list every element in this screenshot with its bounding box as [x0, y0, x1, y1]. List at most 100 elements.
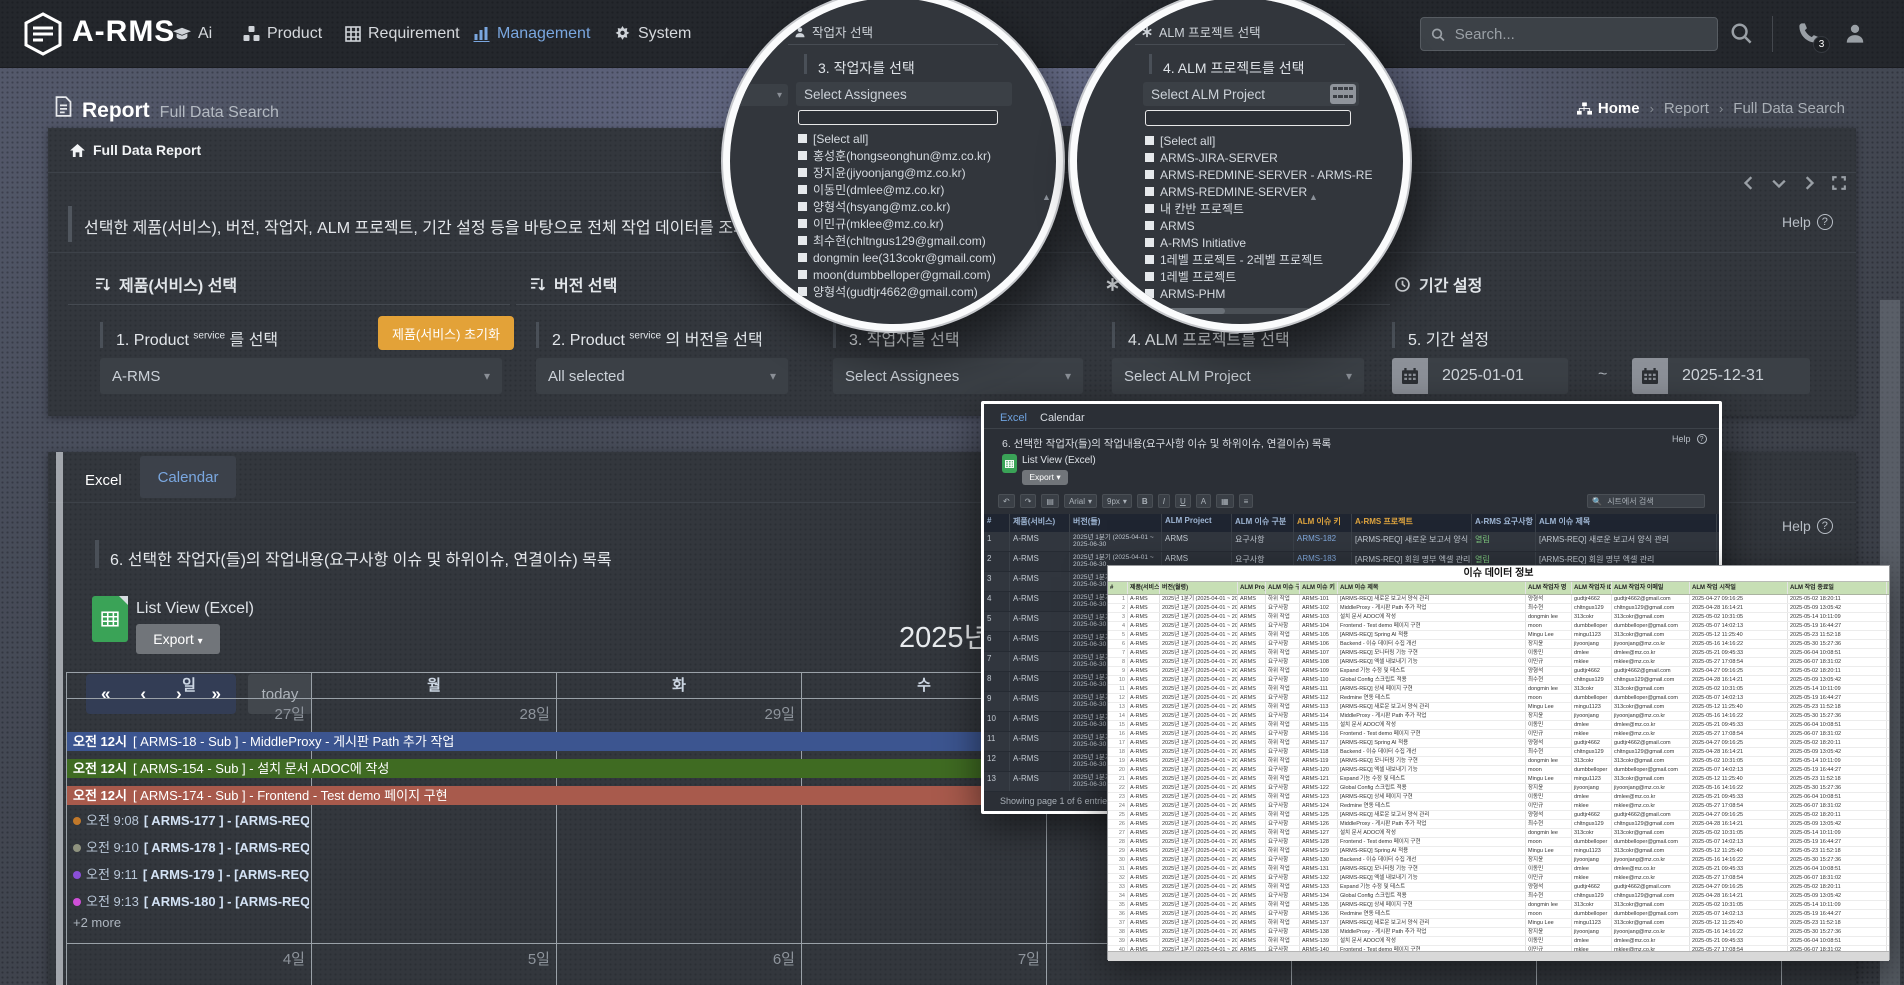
table-row[interactable]: 2A-RMS 2025년 1분기 (2025-04-01 ~ 2025-06-3… [1108, 604, 1889, 613]
table-row[interactable]: 6A-RMS 2025년 1분기 (2025-04-01 ~ 2025-06-3… [1108, 640, 1889, 649]
version-select[interactable]: All selected▾ [536, 358, 788, 394]
assignee-filter-input[interactable] [798, 110, 998, 125]
assignee-option[interactable]: 양형석(hsyang@mz.co.kr) [798, 198, 1038, 215]
chevron-down-icon[interactable] [1772, 176, 1786, 190]
table-row[interactable]: 35A-RMS 2025년 1분기 (2025-04-01 ~ 2025-06-… [1108, 901, 1889, 910]
table-row[interactable]: 8A-RMS 2025년 1분기 (2025-04-01 ~ 2025-06-3… [1108, 658, 1889, 667]
assignee-select[interactable]: Select Assignees▾ [833, 358, 1083, 394]
table-row[interactable]: 11A-RMS 2025년 1분기 (2025-04-01 ~ 2025-06-… [1108, 685, 1889, 694]
alm-project-option[interactable]: [Select all] [1145, 132, 1391, 149]
tab-calendar[interactable]: Calendar [140, 456, 236, 498]
checkbox-icon[interactable] [798, 219, 807, 228]
table-row[interactable]: 22A-RMS 2025년 1분기 (2025-04-01 ~ 2025-06-… [1108, 784, 1889, 793]
fill-color-icon[interactable]: A [1196, 494, 1211, 508]
alm-project-option[interactable]: 내 칸반 프로젝트 [1145, 200, 1391, 217]
logo-text[interactable]: A-RMS [72, 15, 175, 49]
checkbox-icon[interactable] [1145, 255, 1154, 264]
column-header[interactable]: ALM 작업 시작일 [1690, 582, 1788, 594]
assignee-option[interactable]: 홍성훈(hongseonghun@mz.co.kr) [798, 147, 1038, 164]
help-button[interactable]: Help? [1782, 518, 1833, 534]
column-header[interactable]: 제품(서비스) [1128, 582, 1160, 594]
nav-item-ai[interactable]: Ai [173, 0, 212, 68]
checkbox-icon[interactable] [798, 236, 807, 245]
global-search[interactable] [1420, 17, 1718, 51]
assignees-select-open[interactable]: Select Assignees [796, 82, 1012, 106]
table-row[interactable]: 26A-RMS 2025년 1분기 (2025-04-01 ~ 2025-06-… [1108, 820, 1889, 829]
calendar-event-item[interactable]: 오전 9:10[ ARMS-178 ] - [ARMS-REQ] 엑스버튼 [73, 840, 309, 856]
table-row[interactable]: 3A-RMS 2025년 1분기 (2025-04-01 ~ 2025-06-3… [1108, 613, 1889, 622]
column-header[interactable]: 버전(월령) [1160, 582, 1238, 594]
horizontal-scrollbar[interactable] [1145, 308, 1325, 314]
print-icon[interactable]: ▤ [1041, 494, 1059, 508]
nav-item-system[interactable]: System [614, 0, 691, 68]
assignee-option[interactable]: 최수현(chltngus129@gmail.com) [798, 232, 1038, 249]
assignee-option[interactable]: moon(dumbbelloper@gmail.com) [798, 266, 1038, 283]
product-select[interactable]: A-RMS▾ [100, 358, 502, 394]
column-header[interactable]: 제품(서비스) [1010, 514, 1070, 532]
table-row[interactable]: 38A-RMS 2025년 1분기 (2025-04-01 ~ 2025-06-… [1108, 928, 1889, 937]
column-header[interactable]: ALM 이슈 구분 [1266, 582, 1300, 594]
alm-project-option[interactable]: ARMS-PHM [1145, 285, 1391, 302]
overlay-tab-excel[interactable]: Excel [1000, 412, 1027, 424]
checkbox-icon[interactable] [1145, 221, 1154, 230]
calendar-cell[interactable]: 6일 [557, 944, 802, 985]
search-submit-icon[interactable] [1730, 22, 1752, 44]
search-input[interactable] [1453, 25, 1707, 44]
tab-excel[interactable]: Excel [85, 472, 122, 489]
table-row[interactable]: 25A-RMS 2025년 1분기 (2025-04-01 ~ 2025-06-… [1108, 811, 1889, 820]
calendar-event-item[interactable]: 오전 9:11[ ARMS-179 ] - [ARMS-REQ] 캐릭터 [73, 867, 309, 883]
assignee-option[interactable]: dongmin lee(313cokr@gmail.com) [798, 249, 1038, 266]
calendar-event-item[interactable]: 오전 9:08[ ARMS-177 ] - [ARMS-REQ] 모니터링 [73, 813, 309, 829]
overlay-tab-calendar[interactable]: Calendar [1040, 412, 1085, 424]
alm-filter-input[interactable] [1145, 110, 1351, 126]
table-row[interactable]: 20A-RMS 2025년 1분기 (2025-04-01 ~ 2025-06-… [1108, 766, 1889, 775]
column-header[interactable]: ALM 작업자 ID [1572, 582, 1612, 594]
table-row[interactable]: 4A-RMS 2025년 1분기 (2025-04-01 ~ 2025-06-3… [1108, 622, 1889, 631]
align-icon[interactable]: ≡ [1239, 494, 1254, 508]
date-to-input[interactable]: 2025-12-31 [1668, 358, 1810, 394]
checkbox-icon[interactable] [1145, 289, 1154, 298]
table-row[interactable]: 29A-RMS 2025년 1분기 (2025-04-01 ~ 2025-06-… [1108, 847, 1889, 856]
alm-project-option[interactable]: A-RMS Initiative [1145, 234, 1391, 251]
assignee-option[interactable]: 이동민(dmlee@mz.co.kr) [798, 181, 1038, 198]
checkbox-icon[interactable] [1145, 136, 1154, 145]
assignee-option[interactable]: 이민규(mklee@mz.co.kr) [798, 215, 1038, 232]
bold-icon[interactable]: B [1137, 494, 1153, 508]
calendar-icon[interactable] [1392, 358, 1428, 394]
table-row[interactable]: 32A-RMS 2025년 1분기 (2025-04-01 ~ 2025-06-… [1108, 874, 1889, 883]
table-row[interactable]: 16A-RMS 2025년 1분기 (2025-04-01 ~ 2025-06-… [1108, 730, 1889, 739]
user-icon[interactable] [1844, 22, 1866, 44]
breadcrumb-report[interactable]: Report [1664, 100, 1709, 117]
keyboard-icon[interactable] [1330, 84, 1356, 104]
column-header[interactable]: ALM 작업자 명 [1526, 582, 1572, 594]
table-row[interactable]: 13A-RMS 2025년 1분기 (2025-04-01 ~ 2025-06-… [1108, 703, 1889, 712]
checkbox-icon[interactable] [798, 168, 807, 177]
scroll-up-icon[interactable]: ▲ [1309, 192, 1318, 202]
table-row[interactable]: 34A-RMS 2025년 1분기 (2025-04-01 ~ 2025-06-… [1108, 892, 1889, 901]
table-row[interactable]: 23A-RMS 2025년 1분기 (2025-04-01 ~ 2025-06-… [1108, 793, 1889, 802]
column-header[interactable]: ALM 작업 종료일 [1788, 582, 1887, 594]
table-row[interactable]: 33A-RMS 2025년 1분기 (2025-04-01 ~ 2025-06-… [1108, 883, 1889, 892]
alm-project-option[interactable]: ARMS [1145, 217, 1391, 234]
assignee-option[interactable]: 장지윤(jiyoonjang@mz.co.kr) [798, 164, 1038, 181]
font-select[interactable]: Arial ▾ [1064, 494, 1097, 508]
column-header[interactable]: ALM 이슈 키 [1300, 582, 1338, 594]
table-row[interactable]: 27A-RMS 2025년 1분기 (2025-04-01 ~ 2025-06-… [1108, 829, 1889, 838]
checkbox-icon[interactable] [798, 270, 807, 279]
checkbox-icon[interactable] [798, 151, 807, 160]
underline-icon[interactable]: U [1175, 494, 1191, 508]
nav-item-requirement[interactable]: Requirement [345, 0, 460, 68]
table-row[interactable]: 28A-RMS 2025년 1분기 (2025-04-01 ~ 2025-06-… [1108, 838, 1889, 847]
undo-icon[interactable]: ↶ [998, 494, 1015, 508]
more-events-link[interactable]: +2 more [73, 915, 121, 930]
table-row[interactable]: 1A-RMS 2025년 1분기 (2025-04-01 ~ 2025-06-3… [1108, 595, 1889, 604]
alm-select-open[interactable]: Select ALM Project [1143, 82, 1359, 106]
alm-project-select[interactable]: Select ALM Project▾ [1112, 358, 1364, 394]
checkbox-icon[interactable] [798, 202, 807, 211]
column-header[interactable]: A-RMS 요구사항 상태 [1472, 514, 1536, 532]
breadcrumb-home[interactable]: Home [1577, 100, 1640, 117]
column-header[interactable]: A-RMS 프로젝트 [1352, 514, 1472, 532]
checkbox-icon[interactable] [1145, 187, 1154, 196]
table-row[interactable]: 19A-RMS 2025년 1분기 (2025-04-01 ~ 2025-06-… [1108, 757, 1889, 766]
export-button[interactable]: Export ▾ [136, 624, 220, 654]
